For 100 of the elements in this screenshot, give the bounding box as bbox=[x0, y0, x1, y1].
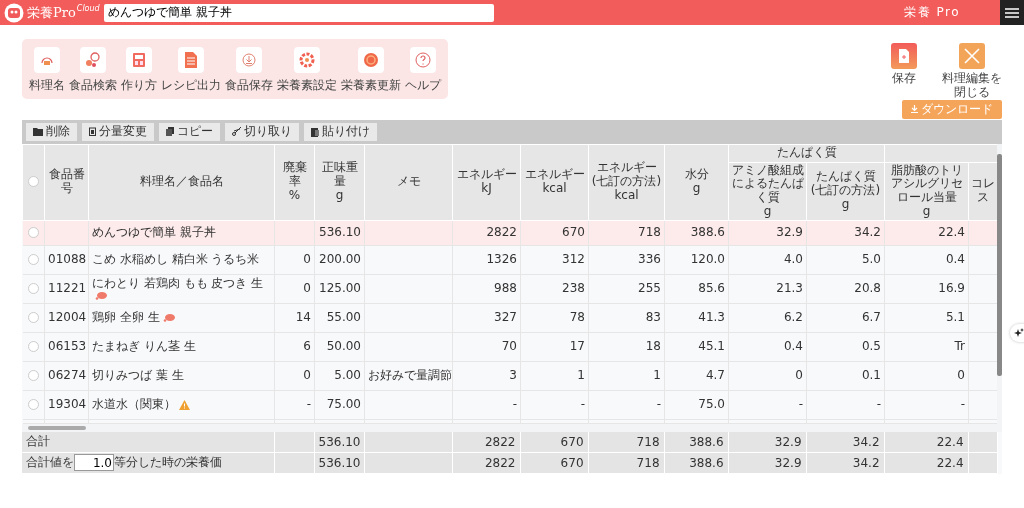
table-cell: 21.3 bbox=[776, 281, 803, 296]
menu-icon bbox=[1005, 7, 1019, 18]
table-cell: 536.10 bbox=[318, 434, 361, 449]
table-cell: 22.4 bbox=[936, 434, 964, 449]
tool-button[interactable]: 栄養素更新 bbox=[341, 47, 401, 94]
table-cell: たまねぎ りん茎 生 bbox=[92, 339, 196, 354]
table-cell: - bbox=[960, 397, 965, 412]
table-cell: お好みで量調節 bbox=[368, 368, 452, 383]
table-cell: 85.6 bbox=[698, 281, 725, 296]
select-all-radio[interactable] bbox=[28, 176, 39, 188]
table-cell: 0 bbox=[303, 252, 311, 267]
table-cell: こめ 水稲めし 精白米 うるち米 bbox=[92, 252, 260, 267]
amount-button[interactable]: 分量変更 bbox=[82, 122, 154, 141]
vertical-scrollbar[interactable] bbox=[997, 143, 1002, 432]
table-cell: 83 bbox=[645, 310, 661, 325]
table-cell: - bbox=[798, 397, 803, 412]
scissors-icon bbox=[232, 127, 241, 137]
tool-button[interactable]: 料理名 bbox=[29, 47, 65, 94]
table-cell: - bbox=[656, 397, 661, 412]
row-radio[interactable] bbox=[27, 282, 39, 294]
table-cell: 670 bbox=[560, 434, 584, 449]
tool-button[interactable]: 作り方 bbox=[121, 47, 157, 94]
column-header: アミノ酸組成によるたんぱく質 g bbox=[728, 162, 807, 221]
paste-button[interactable]: 貼り付け bbox=[304, 122, 377, 141]
tool-button[interactable]: 栄養素設定 bbox=[277, 47, 337, 94]
table-cell: めんつゆで簡単 親子丼 bbox=[92, 225, 216, 240]
table-cell: 0 bbox=[795, 368, 803, 383]
cut-button[interactable]: 切り取り bbox=[225, 122, 299, 141]
table-cell: - bbox=[876, 397, 881, 412]
row-radio[interactable] bbox=[27, 226, 39, 238]
table-cell: 312 bbox=[562, 252, 585, 267]
menu-button[interactable] bbox=[1000, 0, 1024, 25]
column-header: コレス bbox=[968, 162, 997, 221]
total-label: 合計 bbox=[26, 434, 50, 449]
warning-icon bbox=[179, 399, 190, 410]
table-cell: 16.9 bbox=[938, 281, 965, 296]
row-radio[interactable] bbox=[27, 311, 39, 323]
download-icon bbox=[911, 105, 918, 114]
table-cell: 0.4 bbox=[945, 252, 965, 267]
download-icon bbox=[242, 53, 256, 67]
table-cell: 1326 bbox=[486, 252, 517, 267]
table-cell: 4.7 bbox=[705, 368, 725, 383]
column-group-header: たんぱく質 bbox=[728, 144, 885, 163]
row-radio[interactable] bbox=[27, 253, 39, 265]
table-cell: 0 bbox=[957, 368, 965, 383]
table-cell: 200.00 bbox=[319, 252, 361, 267]
copy-button[interactable]: コピー bbox=[159, 122, 220, 141]
search-field[interactable]: めんつゆで簡単 親子丼 bbox=[104, 3, 494, 22]
column-header: 水分 g bbox=[664, 144, 729, 221]
table-cell: 327 bbox=[494, 310, 517, 325]
column-header: エネルギー kcal bbox=[520, 144, 589, 221]
table-cell: - bbox=[580, 397, 585, 412]
tool-button[interactable]: 食品保存 bbox=[225, 47, 273, 94]
table-cell: 255 bbox=[638, 281, 661, 296]
table-cell: 75.0 bbox=[698, 397, 725, 412]
assistant-button[interactable] bbox=[1010, 324, 1024, 342]
table-cell: 336 bbox=[638, 252, 661, 267]
table-cell: 0.1 bbox=[861, 368, 881, 383]
divide-suffix: 等分した時の栄養価 bbox=[114, 455, 222, 470]
close-icon bbox=[964, 48, 980, 64]
table-cell: 41.3 bbox=[698, 310, 725, 325]
table-cell: 50.00 bbox=[326, 339, 361, 354]
table-cell: 32.9 bbox=[776, 225, 803, 240]
column-header: メモ bbox=[364, 144, 453, 221]
table-cell: 718 bbox=[638, 225, 661, 240]
delete-button[interactable]: 削除 bbox=[26, 122, 77, 141]
table-cell: 718 bbox=[636, 434, 660, 449]
table-cell: 18 bbox=[645, 339, 661, 354]
table-cell: 55.00 bbox=[326, 310, 361, 325]
tool-button[interactable]: レシピ出力 bbox=[161, 47, 221, 94]
table-cell: 22.4 bbox=[936, 455, 964, 470]
table-cell: 536.10 bbox=[318, 455, 361, 470]
row-radio[interactable] bbox=[27, 340, 39, 352]
row-radio[interactable] bbox=[27, 398, 39, 410]
table-cell: 120.0 bbox=[690, 252, 725, 267]
table-cell: 06274 bbox=[48, 368, 87, 383]
table-cell: 6.2 bbox=[783, 310, 803, 325]
table-cell: 388.6 bbox=[689, 455, 724, 470]
tool-button[interactable]: 食品検索 bbox=[69, 47, 117, 94]
close-edit-button[interactable]: 料理編集を閉じる bbox=[940, 43, 1004, 100]
table-cell: 34.2 bbox=[852, 434, 880, 449]
save-button[interactable]: 保存 bbox=[872, 43, 936, 100]
row-radio[interactable] bbox=[27, 369, 39, 381]
table-cell: にわとり 若鶏肉 もも 皮つき 生 bbox=[92, 277, 264, 292]
table-cell: 2822 bbox=[484, 434, 516, 449]
column-header: 正味重量 g bbox=[314, 144, 365, 221]
horizontal-scrollbar[interactable] bbox=[22, 423, 997, 432]
table-cell: 6.7 bbox=[861, 310, 881, 325]
table-cell: 536.10 bbox=[319, 225, 361, 240]
calculator-icon bbox=[132, 52, 146, 68]
divide-input[interactable]: 1.0 bbox=[74, 454, 114, 472]
table-cell: 5.0 bbox=[861, 252, 881, 267]
table-cell: 388.6 bbox=[690, 225, 725, 240]
table-cell: 20.8 bbox=[854, 281, 881, 296]
column-header: エネルギー kJ bbox=[452, 144, 521, 221]
table-cell: 06153 bbox=[48, 339, 87, 354]
table-cell: 3 bbox=[509, 368, 517, 383]
file-icon bbox=[898, 49, 910, 63]
tool-button[interactable]: ヘルプ bbox=[405, 47, 441, 94]
table-cell: 32.9 bbox=[774, 434, 802, 449]
